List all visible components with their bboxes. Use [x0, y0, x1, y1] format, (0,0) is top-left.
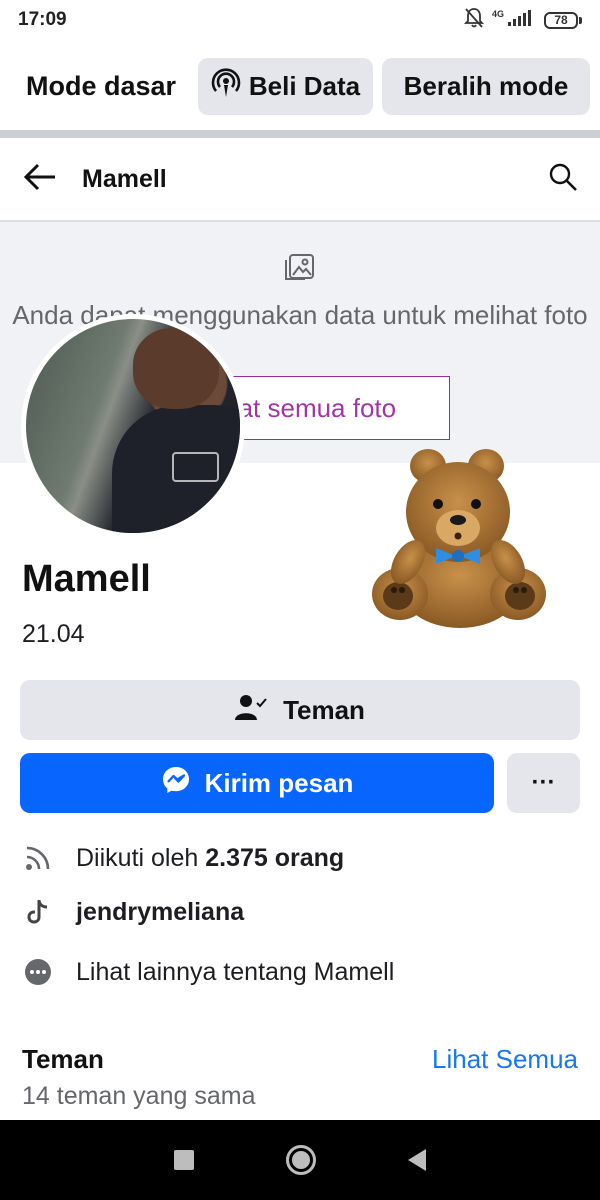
- mode-bar: Mode dasar Beli Data Beralih mode: [0, 56, 600, 116]
- battery-icon: 78: [544, 11, 582, 29]
- messenger-icon: [161, 765, 191, 802]
- send-message-label: Kirim pesan: [204, 767, 354, 798]
- tiktok-username: jendrymeliana: [76, 897, 245, 926]
- android-nav-bar: [0, 1120, 600, 1200]
- followers-prefix: Diikuti oleh: [76, 843, 206, 872]
- switch-mode-button[interactable]: Beralih mode: [382, 57, 590, 115]
- bell-off-icon: [463, 7, 485, 34]
- friends-button[interactable]: Teman: [20, 680, 580, 740]
- status-time: 17:09: [18, 9, 67, 30]
- followers-row: Diikuti oleh 2.375 orang: [22, 842, 582, 874]
- profile-name: Mamell: [22, 558, 151, 600]
- mode-title: Mode dasar: [26, 70, 177, 101]
- signal-icon: [508, 9, 536, 31]
- buy-data-label: Beli Data: [248, 70, 361, 101]
- divider: [0, 130, 600, 138]
- friends-section-header: Teman Lihat Semua: [22, 1044, 578, 1075]
- home-button[interactable]: [286, 1145, 316, 1175]
- battery-level: 78: [544, 11, 578, 29]
- search-icon: [548, 162, 578, 197]
- see-all-friends-link[interactable]: Lihat Semua: [432, 1044, 578, 1075]
- rss-icon: [22, 842, 54, 874]
- mutual-friends-count: 14 teman yang sama: [22, 1082, 256, 1110]
- top-nav: Mamell: [0, 138, 600, 222]
- friends-section-title: Teman: [22, 1044, 104, 1074]
- status-bar: 17:09 4G 78: [0, 0, 600, 40]
- profile-photo: [26, 319, 240, 533]
- arrow-left-icon: [23, 163, 57, 196]
- friends-button-label: Teman: [283, 694, 365, 725]
- more-circle-icon: [22, 956, 54, 988]
- back-nav-button[interactable]: [408, 1149, 426, 1171]
- see-more-about-row[interactable]: Lihat lainnya tentang Mamell: [22, 956, 582, 988]
- friend-check-icon: [235, 693, 267, 728]
- see-more-about-label: Lihat lainnya tentang Mamell: [76, 957, 395, 986]
- followers-count: 2.375 orang: [205, 843, 345, 872]
- search-button[interactable]: [526, 137, 600, 221]
- page-title: Mamell: [82, 164, 167, 193]
- avatar[interactable]: [21, 314, 245, 538]
- photo-icon: [284, 252, 316, 287]
- buy-data-button[interactable]: Beli Data: [198, 57, 373, 115]
- tiktok-icon: [22, 896, 54, 928]
- send-message-button[interactable]: Kirim pesan: [20, 753, 494, 813]
- network-label: 4G: [491, 8, 504, 19]
- tiktok-row[interactable]: jendrymeliana: [22, 896, 582, 928]
- more-options-button[interactable]: ···: [507, 753, 580, 813]
- status-icons: 4G 78: [463, 7, 582, 34]
- back-button[interactable]: [0, 137, 80, 221]
- teddy-bear-sticker: [372, 449, 546, 628]
- more-icon: ···: [531, 769, 556, 796]
- recent-apps-button[interactable]: [174, 1150, 194, 1170]
- profile-bio: 21.04: [22, 620, 85, 648]
- switch-mode-label: Beralih mode: [403, 70, 569, 101]
- broadcast-icon: [211, 67, 241, 105]
